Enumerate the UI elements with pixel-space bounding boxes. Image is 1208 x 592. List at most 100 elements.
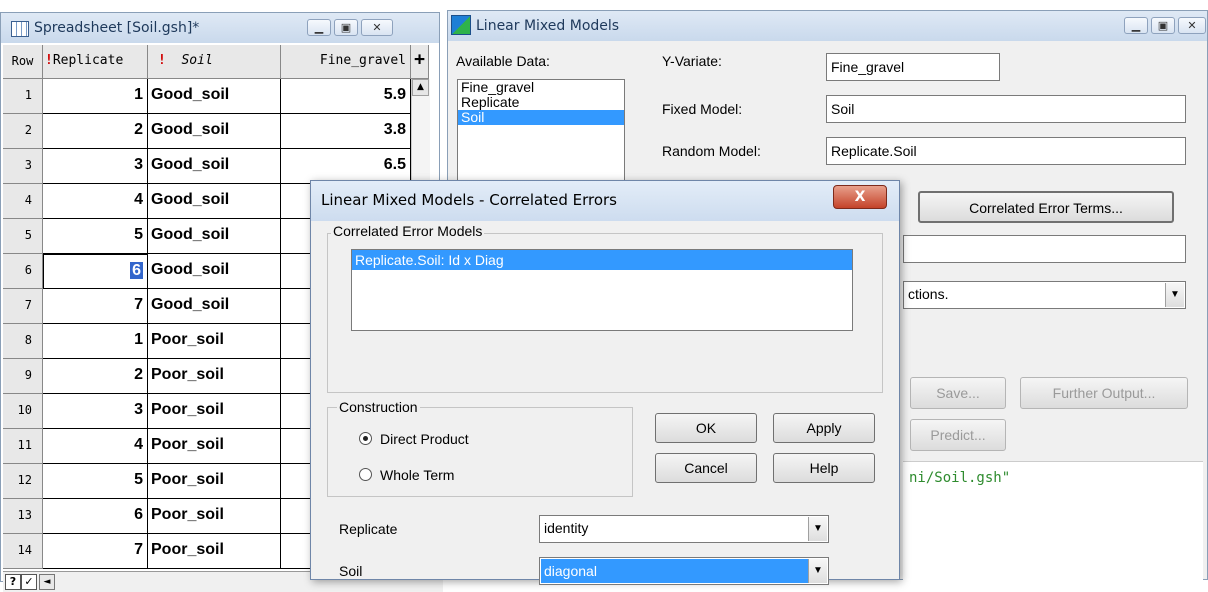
table-cell-fine-gravel[interactable]: 3.8 bbox=[281, 114, 411, 149]
list-item[interactable]: Replicate bbox=[458, 95, 624, 110]
table-cell-soil[interactable]: Poor_soil bbox=[148, 359, 281, 394]
add-column-button[interactable]: + bbox=[411, 45, 429, 79]
row-header[interactable]: 6 bbox=[3, 254, 43, 289]
table-cell-soil[interactable]: Good_soil bbox=[148, 114, 281, 149]
list-item[interactable]: Replicate.Soil: Id x Diag bbox=[352, 250, 852, 270]
col-header-row[interactable]: Row bbox=[3, 45, 43, 79]
table-cell-replicate[interactable]: 7 bbox=[43, 534, 148, 569]
col-header-fine-gravel[interactable]: Fine_gravel bbox=[281, 45, 411, 79]
table-cell-soil[interactable]: Poor_soil bbox=[148, 429, 281, 464]
table-cell-replicate[interactable]: 6 bbox=[43, 254, 148, 289]
table-cell-replicate[interactable]: 3 bbox=[43, 149, 148, 184]
table-cell-fine-gravel[interactable]: 5.9 bbox=[281, 79, 411, 114]
row-header[interactable]: 7 bbox=[3, 289, 43, 324]
lmm-close-button[interactable]: ✕ bbox=[1178, 17, 1206, 34]
dialog-close-button[interactable]: X bbox=[833, 185, 887, 209]
options-combo[interactable]: ctions. ▼ bbox=[903, 281, 1186, 309]
spreadsheet-titlebar[interactable]: Spreadsheet [Soil.gsh]* ▁ ▣ ✕ bbox=[1, 13, 439, 43]
further-output-button[interactable]: Further Output... bbox=[1020, 377, 1188, 409]
list-item[interactable]: Fine_gravel bbox=[458, 80, 624, 95]
random-model-field[interactable]: Replicate.Soil bbox=[826, 137, 1186, 165]
table-cell-soil[interactable]: Good_soil bbox=[148, 184, 281, 219]
table-cell-replicate[interactable]: 6 bbox=[43, 499, 148, 534]
table-cell-soil[interactable]: Good_soil bbox=[148, 289, 281, 324]
table-cell-soil[interactable]: Poor_soil bbox=[148, 464, 281, 499]
minimize-icon: ▁ bbox=[314, 21, 324, 34]
maximize-button[interactable]: ▣ bbox=[334, 19, 358, 36]
help-icon[interactable]: ? bbox=[5, 574, 21, 590]
soil-combo[interactable]: diagonal ▼ bbox=[539, 557, 829, 585]
table-cell-replicate[interactable]: 5 bbox=[43, 464, 148, 499]
correlated-errors-dialog: Linear Mixed Models - Correlated Errors … bbox=[310, 180, 900, 585]
output-pane[interactable]: ni/Soil.gsh" bbox=[903, 461, 1203, 582]
table-cell-soil[interactable]: Good_soil bbox=[148, 149, 281, 184]
table-cell-soil[interactable]: Good_soil bbox=[148, 79, 281, 114]
cem-list[interactable]: Replicate.Soil: Id x Diag bbox=[351, 249, 853, 331]
minimize-button[interactable]: ▁ bbox=[307, 19, 331, 36]
whole-term-radio[interactable]: Whole Term bbox=[359, 467, 454, 483]
fixed-model-field[interactable]: Soil bbox=[826, 95, 1186, 123]
list-item[interactable]: Soil bbox=[458, 110, 624, 125]
row-header[interactable]: 1 bbox=[3, 79, 43, 114]
table-cell-replicate[interactable]: 1 bbox=[43, 79, 148, 114]
output-text: ni/Soil.gsh" bbox=[909, 470, 1011, 486]
spreadsheet-title: Spreadsheet [Soil.gsh]* bbox=[34, 20, 200, 36]
close-button[interactable]: ✕ bbox=[361, 19, 393, 36]
row-header[interactable]: 4 bbox=[3, 184, 43, 219]
table-cell-soil[interactable]: Good_soil bbox=[148, 254, 281, 289]
table-cell-fine-gravel[interactable]: 6.5 bbox=[281, 149, 411, 184]
table-cell-replicate[interactable]: 7 bbox=[43, 289, 148, 324]
checkbox-icon[interactable]: ✓ bbox=[21, 574, 37, 590]
row-header[interactable]: 9 bbox=[3, 359, 43, 394]
cancel-button[interactable]: Cancel bbox=[655, 453, 757, 483]
row-header[interactable]: 5 bbox=[3, 219, 43, 254]
apply-button[interactable]: Apply bbox=[773, 413, 875, 443]
row-header[interactable]: 12 bbox=[3, 464, 43, 499]
save-button[interactable]: Save... bbox=[910, 377, 1006, 409]
chevron-down-icon[interactable]: ▼ bbox=[808, 559, 827, 583]
lmm-titlebar[interactable]: Linear Mixed Models ▁ ▣ ✕ bbox=[448, 11, 1207, 41]
table-cell-soil[interactable]: Poor_soil bbox=[148, 324, 281, 359]
row-header[interactable]: 8 bbox=[3, 324, 43, 359]
help-button[interactable]: Help bbox=[773, 453, 875, 483]
factor-marker-icon: ! bbox=[158, 53, 166, 68]
row-header[interactable]: 14 bbox=[3, 534, 43, 569]
lmm-maximize-button[interactable]: ▣ bbox=[1151, 17, 1175, 34]
table-cell-replicate[interactable]: 4 bbox=[43, 429, 148, 464]
table-cell-replicate[interactable]: 2 bbox=[43, 114, 148, 149]
row-header[interactable]: 13 bbox=[3, 499, 43, 534]
table-cell-soil[interactable]: Good_soil bbox=[148, 219, 281, 254]
scroll-left-icon[interactable]: ◄ bbox=[39, 574, 55, 590]
table-cell-replicate[interactable]: 3 bbox=[43, 394, 148, 429]
row-header[interactable]: 11 bbox=[3, 429, 43, 464]
table-cell-soil[interactable]: Poor_soil bbox=[148, 394, 281, 429]
available-data-label: Available Data: bbox=[456, 53, 550, 69]
chevron-down-icon[interactable]: ▼ bbox=[808, 517, 827, 541]
row-header[interactable]: 10 bbox=[3, 394, 43, 429]
predict-button[interactable]: Predict... bbox=[910, 419, 1006, 451]
table-cell-replicate[interactable]: 4 bbox=[43, 184, 148, 219]
ok-button[interactable]: OK bbox=[655, 413, 757, 443]
correlated-error-terms-button[interactable]: Correlated Error Terms... bbox=[918, 191, 1174, 223]
row-header[interactable]: 3 bbox=[3, 149, 43, 184]
radio-unselected-icon bbox=[359, 468, 372, 481]
replicate-combo[interactable]: identity ▼ bbox=[539, 515, 829, 543]
lmm-minimize-button[interactable]: ▁ bbox=[1124, 17, 1148, 34]
factor-marker-icon: ! bbox=[45, 53, 53, 68]
y-variate-field[interactable]: Fine_gravel bbox=[826, 53, 1000, 81]
table-cell-soil[interactable]: Poor_soil bbox=[148, 534, 281, 569]
direct-product-radio[interactable]: Direct Product bbox=[359, 431, 469, 447]
col-header-replicate[interactable]: !Replicate bbox=[43, 45, 148, 79]
chevron-down-icon[interactable]: ▼ bbox=[1165, 283, 1184, 307]
lmm-extra-field[interactable] bbox=[903, 235, 1186, 263]
table-cell-replicate[interactable]: 1 bbox=[43, 324, 148, 359]
replicate-combo-value: identity bbox=[544, 520, 589, 536]
dialog-titlebar[interactable]: Linear Mixed Models - Correlated Errors … bbox=[311, 181, 899, 221]
scroll-up-button[interactable]: ▲ bbox=[412, 79, 429, 96]
table-cell-replicate[interactable]: 5 bbox=[43, 219, 148, 254]
row-header[interactable]: 2 bbox=[3, 114, 43, 149]
maximize-icon: ▣ bbox=[1157, 19, 1169, 32]
table-cell-soil[interactable]: Poor_soil bbox=[148, 499, 281, 534]
col-header-soil[interactable]: ! Soil bbox=[148, 45, 281, 79]
table-cell-replicate[interactable]: 2 bbox=[43, 359, 148, 394]
